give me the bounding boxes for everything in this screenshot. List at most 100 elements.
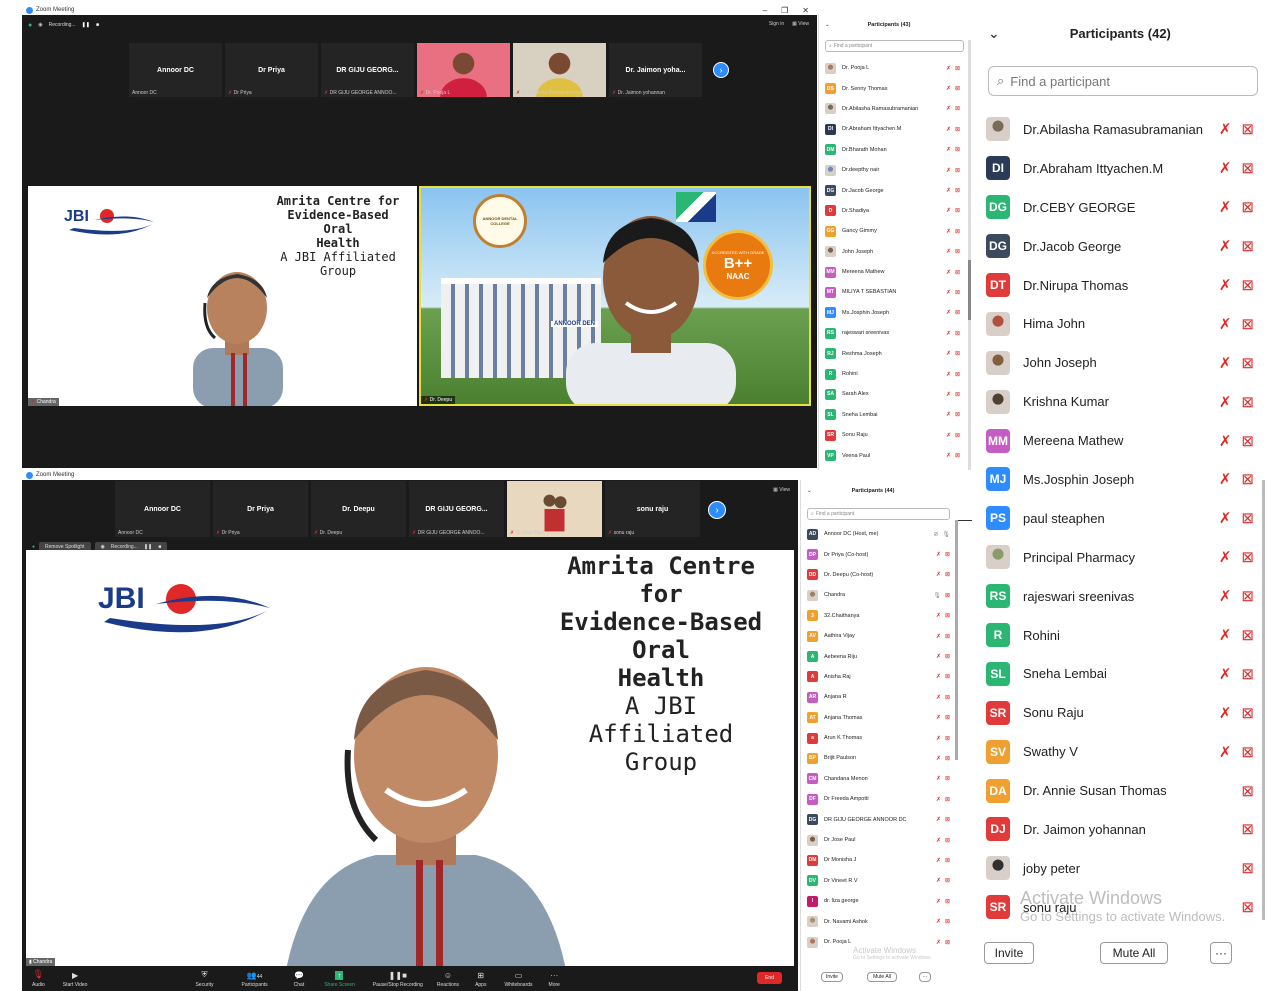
video-off-icon[interactable]: ⊠ (955, 228, 960, 235)
mic-muted-icon[interactable]: ✗ (946, 411, 951, 418)
video-off-icon[interactable]: ⊠ (945, 918, 950, 925)
gallery-thumbnail[interactable]: DR GIJU GEORG... ✗ DR GIJU GEORGE ANNOO..… (409, 481, 504, 537)
mic-muted-icon[interactable]: ✗ (1219, 159, 1232, 177)
gallery-thumbnail[interactable]: ✗ Dr. Pooja L (417, 43, 510, 97)
mute-all-button[interactable]: Mute All (1100, 942, 1168, 964)
next-page-button[interactable]: › (713, 62, 729, 78)
video-off-icon[interactable]: ⊠ (955, 289, 960, 296)
view-button[interactable]: ▦ View (773, 487, 790, 493)
view-button[interactable]: ▦ View (792, 21, 809, 27)
participant-row[interactable]: PS paul steaphen ✗ ⊠ (972, 499, 1272, 538)
participant-row[interactable]: MJ Ms.Josphin Joseph ✗ ⊠ (972, 460, 1272, 499)
mic-muted-icon[interactable]: ✗ (936, 898, 941, 905)
participant-row[interactable]: DI Dr.Abraham Ittyachen.M ✗ ⊠ (972, 149, 1272, 188)
mic-muted-icon[interactable]: ✗ (1219, 743, 1232, 761)
participant-row[interactable]: Principal Pharmacy ✗ ⊠ (972, 538, 1272, 577)
video-off-icon[interactable]: ⊠ (945, 755, 950, 762)
mic-muted-icon[interactable]: ✗ (1219, 237, 1232, 255)
gallery-thumbnail[interactable]: sonu raju ✗ sonu raju (605, 481, 700, 537)
search-input[interactable]: ⌕ Find a participant (988, 66, 1258, 96)
participant-row[interactable]: SL Sneha Lembai ✗ ⊠ (972, 654, 1272, 693)
participant-row[interactable]: RS rajeswari sreenivas ✗ ⊠ (819, 323, 968, 343)
chat-button[interactable]: 💬 Chat (290, 971, 309, 988)
scrollbar[interactable] (968, 40, 971, 470)
mic-muted-icon[interactable]: ✗ (936, 857, 941, 864)
spotlight-video[interactable]: JBI Amrita Centre for Evidence-Based Ora… (26, 550, 794, 966)
video-off-icon[interactable]: ⊠ (1241, 354, 1254, 372)
more-options-button[interactable]: ··· (919, 972, 931, 982)
participant-row[interactable]: DV Dr Vineet R V ✗ ⊠ (801, 871, 958, 891)
gallery-thumbnail[interactable]: Dr Priya ✗ Dr Priya (225, 43, 318, 97)
mic-muted-icon[interactable]: ✗ (946, 289, 951, 296)
recording-button[interactable]: ❚❚■ Pause/Stop Recording (369, 971, 427, 988)
video-off-icon[interactable]: ⊠ (1241, 315, 1254, 333)
video-off-icon[interactable]: ⊠ (1241, 198, 1254, 216)
mic-muted-icon[interactable]: ✗ (936, 551, 941, 558)
participant-row[interactable]: RS rajeswari sreenivas ✗ ⊠ (972, 577, 1272, 616)
share-screen-button[interactable]: ↑ Share Screen (320, 971, 359, 988)
participant-row[interactable]: SR Sonu Raju ✗ ⊠ (819, 425, 968, 445)
mic-muted-icon[interactable]: ✗ (946, 330, 951, 337)
participant-row[interactable]: John Joseph ✗ ⊠ (972, 343, 1272, 382)
participant-row[interactable]: SL Sneha Lembai ✗ ⊠ (819, 405, 968, 425)
video-off-icon[interactable]: ⊠ (945, 816, 950, 823)
mic-muted-icon[interactable]: ✗ (1219, 587, 1232, 605)
participant-row[interactable]: DI Dr.Abraham Ittyachen.M ✗ ⊠ (819, 119, 968, 139)
end-button[interactable]: End (757, 972, 782, 984)
video-off-icon[interactable]: ⊠ (955, 432, 960, 439)
chevron-down-icon[interactable]: ⌄ (807, 488, 812, 494)
participant-row[interactable]: BP Brijit Paulson ✗ ⊠ (801, 748, 958, 768)
mic-muted-icon[interactable]: ✗ (936, 755, 941, 762)
video-off-icon[interactable]: ⊠ (945, 898, 950, 905)
mic-muted-icon[interactable]: ✗ (946, 207, 951, 214)
chevron-down-icon[interactable]: ⌄ (825, 22, 830, 28)
video-off-icon[interactable]: ⊠ (945, 714, 950, 721)
mic-muted-icon[interactable]: ✗ (936, 796, 941, 803)
video-off-icon[interactable]: ⊠ (945, 735, 950, 742)
video-off-icon[interactable]: ⊠ (1241, 120, 1254, 138)
mic-muted-icon[interactable]: ✗ (936, 653, 941, 660)
video-off-icon[interactable]: ⊠ (945, 571, 950, 578)
video-off-icon[interactable]: ⊠ (1241, 704, 1254, 722)
gallery-thumbnail[interactable]: Dr. Jaimon yoha... ✗ Dr. Jaimon yohannan (609, 43, 702, 97)
mic-muted-icon[interactable]: ✗ (936, 775, 941, 782)
video-off-icon[interactable]: ⊠ (955, 269, 960, 276)
invite-button[interactable]: Invite (821, 972, 843, 982)
minimize-icon[interactable]: – (763, 6, 767, 15)
participant-row[interactable]: DA Dr. Annie Susan Thomas ⊠ (972, 771, 1272, 810)
video-off-icon[interactable]: ⊠ (945, 939, 950, 946)
scrollbar[interactable] (1262, 480, 1265, 920)
restore-icon[interactable]: ❐ (781, 6, 788, 15)
mic-muted-icon[interactable]: ✗ (936, 633, 941, 640)
participant-row[interactable]: SV Swathy V ✗ ⊠ (972, 732, 1272, 771)
mic-muted-icon[interactable]: ✗ (946, 248, 951, 255)
video-off-icon[interactable]: ⊠ (955, 187, 960, 194)
participant-row[interactable]: DM Dr.Bharath Mohan ✗ ⊠ (819, 140, 968, 160)
mic-muted-icon[interactable]: ✗ (946, 146, 951, 153)
mic-muted-icon[interactable]: ✗ (946, 105, 951, 112)
video-off-icon[interactable]: ⊠ (945, 694, 950, 701)
participant-row[interactable]: Chandra 🎙 ⊠ (801, 585, 958, 605)
mic-muted-icon[interactable]: ✗ (936, 939, 941, 946)
video-off-icon[interactable]: ⊠ (945, 837, 950, 844)
participant-row[interactable]: DG DR GIJU GEORGE ANNOOR DC ✗ ⊠ (801, 809, 958, 829)
video-off-icon[interactable]: ⊠ (1241, 859, 1254, 877)
mic-muted-icon[interactable]: ✗ (946, 126, 951, 133)
mic-muted-icon[interactable]: ✗ (946, 391, 951, 398)
video-off-icon[interactable]: ⊠ (1241, 665, 1254, 683)
mic-muted-icon[interactable]: ✗ (946, 432, 951, 439)
mic-muted-icon[interactable]: ✗ (1219, 548, 1232, 566)
mic-muted-icon[interactable]: ✗ (1219, 198, 1232, 216)
participant-row[interactable]: SA Sarah Alex ✗ ⊠ (819, 384, 968, 404)
video-off-icon[interactable]: ⊠ (955, 371, 960, 378)
mic-muted-icon[interactable]: ✗ (936, 877, 941, 884)
video-off-icon[interactable]: ⊠ (1241, 237, 1254, 255)
video-off-icon[interactable]: ⊠ (955, 452, 960, 459)
participant-row[interactable]: VP Veena Paul ✗ ⊠ (819, 445, 968, 465)
participant-row[interactable]: MM Mereena Mathew ✗ ⊠ (819, 262, 968, 282)
video-off-icon[interactable]: ⊠ (1241, 276, 1254, 294)
mic-muted-icon[interactable]: ✗ (946, 167, 951, 174)
participant-row[interactable]: R Rohini ✗ ⊠ (819, 364, 968, 384)
video-off-icon[interactable]: ⊠ (1241, 782, 1254, 800)
video-off-icon[interactable]: ⊠ (955, 248, 960, 255)
